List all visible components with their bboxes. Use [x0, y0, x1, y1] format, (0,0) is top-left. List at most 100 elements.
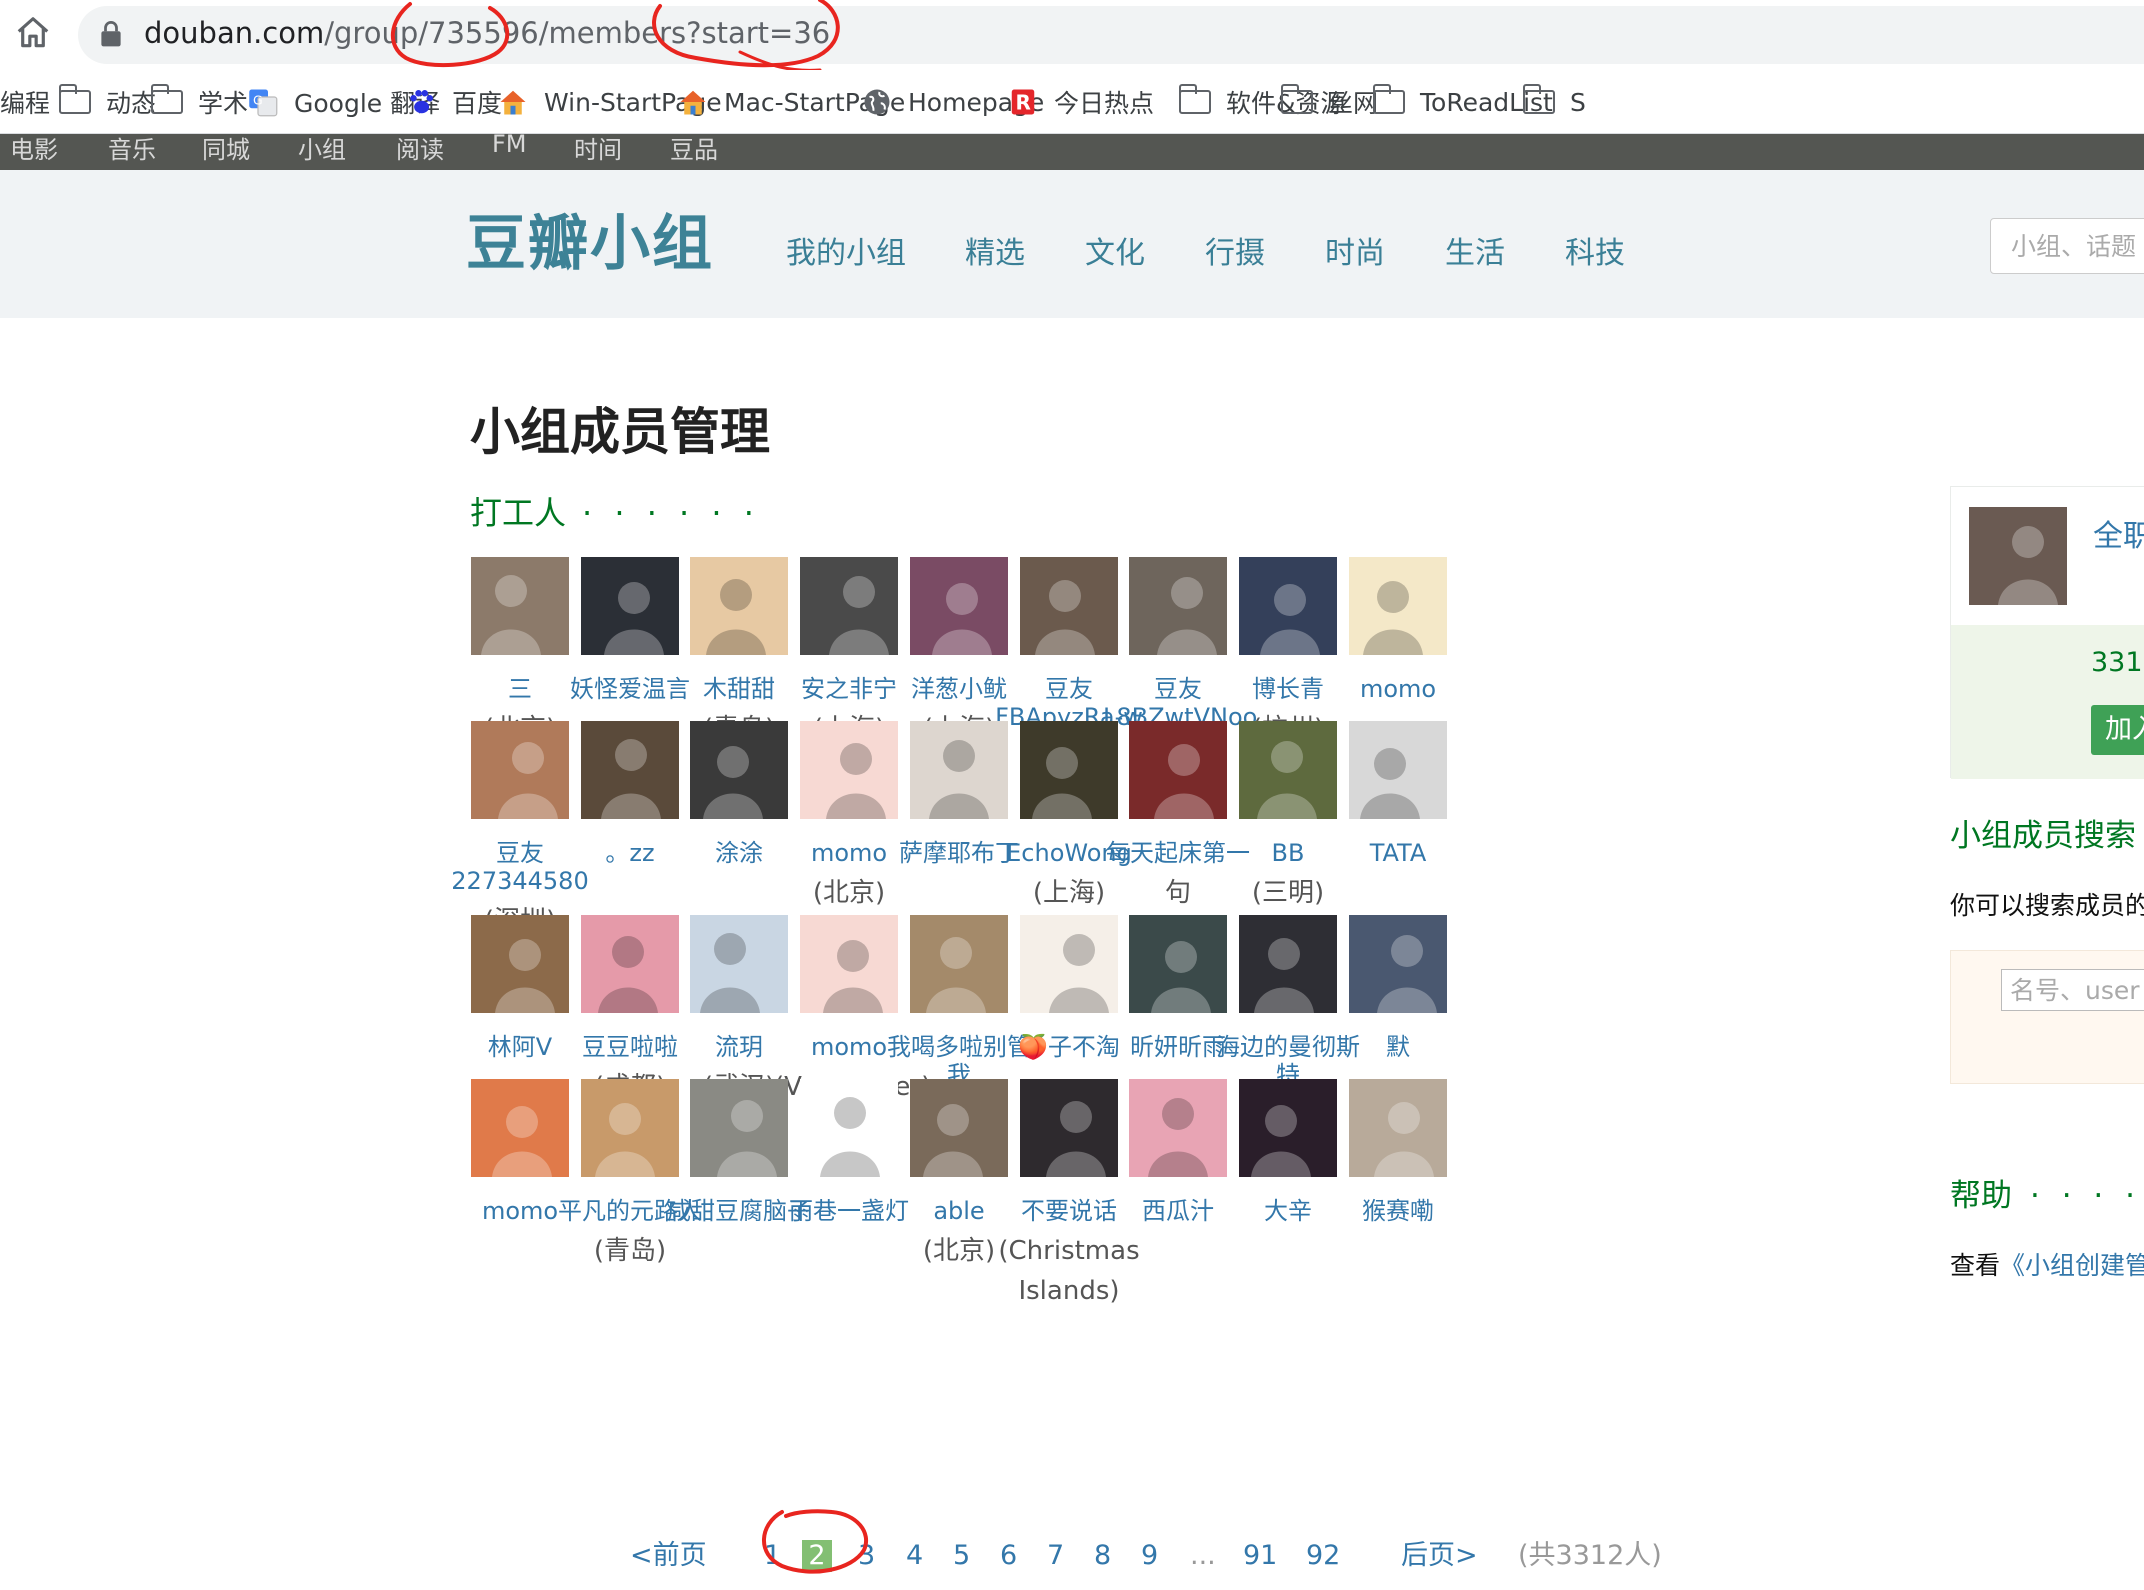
lock-icon: [101, 21, 121, 47]
member-name-link[interactable]: momo: [1323, 669, 1473, 709]
help-link[interactable]: 《小组创建管: [2000, 1251, 2144, 1280]
group-search-input[interactable]: [1991, 219, 2144, 273]
help-prefix: 查看: [1950, 1251, 2001, 1280]
group-header: 豆瓣小组 我的小组 精选 文化 行摄 时尚 生活 科技: [0, 170, 2144, 318]
url-text[interactable]: douban.com/group/735596/members?start=36: [144, 14, 830, 52]
section-heading-dots: · · · · · ·: [582, 494, 760, 532]
baidu-paw-icon: [404, 87, 438, 117]
member-name-link[interactable]: 默: [1323, 1027, 1473, 1067]
page-link[interactable]: 7: [1047, 1534, 1064, 1578]
page-link[interactable]: 1: [764, 1534, 781, 1578]
bookmarks-bar: 编程 动态 学术 G Google 翻译 百度 Win-StartPage Mac-Start…: [0, 70, 2144, 134]
member-total: (共3312人): [1518, 1540, 1662, 1571]
red-r-icon: R: [1006, 87, 1040, 117]
help-text: 查看《小组创建管: [1950, 1246, 2144, 1282]
prev-page-link[interactable]: <前页: [630, 1534, 707, 1578]
help-title-dots: · · · · · ·: [2030, 1178, 2144, 1214]
member-item: 默: [1323, 910, 1473, 1067]
group-nav-item[interactable]: 我的小组: [786, 228, 906, 272]
group-nav-item[interactable]: 生活: [1445, 228, 1505, 272]
bookmark-item[interactable]: 学术: [150, 82, 248, 122]
member-city: (青岛): [593, 1236, 667, 1266]
help-title: 帮助 · · · · · ·: [1950, 1170, 2144, 1215]
folder-icon: [1178, 84, 1212, 117]
member-name-link[interactable]: 猴赛嘞: [1323, 1191, 1473, 1231]
group-nav-item[interactable]: 精选: [965, 228, 1025, 272]
google-translate-icon: G: [246, 87, 280, 117]
group-info-top: 全职: [1951, 487, 2144, 625]
group-nav-item[interactable]: 文化: [1085, 228, 1145, 272]
member-city: (北京): [812, 878, 886, 908]
bookmark-label: 百度: [452, 89, 503, 118]
globe-icon: [860, 87, 894, 117]
section-heading-label: 打工人: [470, 494, 567, 532]
group-nav-item[interactable]: 科技: [1565, 228, 1625, 272]
bookmark-label: 动态: [106, 89, 157, 118]
member-name-link[interactable]: TATA: [1323, 833, 1473, 873]
folder-icon: [150, 84, 184, 117]
page-link[interactable]: 5: [953, 1534, 970, 1578]
douban-group-logo[interactable]: 豆瓣小组: [466, 208, 714, 280]
group-avatar[interactable]: [1969, 507, 2067, 605]
folder-icon: [58, 84, 92, 117]
global-nav-item[interactable]: 时间: [574, 134, 622, 165]
bookmark-label: 丝网: [1328, 89, 1379, 118]
global-nav-item[interactable]: 音乐: [108, 134, 156, 165]
bookmark-item[interactable]: 丝网: [1280, 82, 1378, 122]
home-icon[interactable]: [14, 14, 52, 52]
current-page: 2: [802, 1540, 832, 1572]
folder-icon: [1280, 84, 1314, 117]
global-nav-item[interactable]: 同城: [202, 134, 250, 165]
svg-text:G: G: [253, 93, 263, 108]
douban-global-nav: 电影 音乐 同城 小组 阅读 FM 时间 豆品: [0, 134, 2144, 170]
section-heading: 打工人 · · · · · ·: [470, 488, 760, 534]
global-nav-item[interactable]: FM: [492, 134, 527, 158]
page-link[interactable]: 4: [906, 1534, 923, 1578]
member-search-box: [1950, 950, 2144, 1084]
page-link[interactable]: 6: [1000, 1534, 1017, 1578]
global-nav-item[interactable]: 豆品: [670, 134, 718, 165]
bookmark-item[interactable]: 百度: [404, 82, 502, 122]
group-info-card: 全职 3312 加入: [1950, 486, 2144, 779]
group-info-bottom: 3312 加入: [1951, 625, 2144, 779]
member-count: 3312: [2091, 647, 2144, 678]
bookmark-item[interactable]: 编程: [0, 82, 50, 122]
page-link[interactable]: 8: [1094, 1534, 1111, 1578]
group-name-link[interactable]: 全职: [2093, 511, 2144, 555]
folder-icon: [1522, 84, 1556, 117]
global-nav-item[interactable]: 小组: [298, 134, 346, 165]
bookmark-label: 今日热点: [1054, 89, 1155, 118]
member-avatar[interactable]: [1349, 557, 1447, 655]
page-link[interactable]: 9: [1141, 1534, 1158, 1578]
house-icon: [496, 87, 530, 117]
member-city: Islands): [1018, 1276, 1120, 1306]
bookmark-label: 学术: [198, 89, 249, 118]
bookmark-item[interactable]: S: [1522, 82, 1586, 122]
member-item: TATA: [1323, 716, 1473, 873]
member-item: 猴赛嘞: [1323, 1074, 1473, 1231]
join-group-button[interactable]: 加入: [2091, 705, 2144, 755]
bookmark-item[interactable]: 动态: [58, 82, 156, 122]
page-link[interactable]: 3: [858, 1534, 875, 1578]
member-search-title: 小组成员搜索: [1950, 818, 2136, 854]
group-nav-item[interactable]: 时尚: [1325, 228, 1385, 272]
browser-address-row: douban.com/group/735596/members?start=36: [0, 0, 2144, 72]
svg-text:R: R: [1016, 91, 1031, 115]
global-nav-item[interactable]: 电影: [10, 134, 58, 165]
group-search-box[interactable]: [1990, 218, 2144, 274]
next-page-link[interactable]: 后页>: [1401, 1534, 1478, 1578]
house-icon: [676, 87, 710, 117]
page-ellipsis: ...: [1190, 1540, 1216, 1571]
bookmark-item[interactable]: R 今日热点: [1006, 82, 1154, 122]
member-avatar[interactable]: [1349, 915, 1447, 1013]
folder-icon: [1372, 84, 1406, 117]
member-city: (三明): [1251, 878, 1325, 908]
member-avatar[interactable]: [1349, 721, 1447, 819]
page-link[interactable]: 91: [1243, 1534, 1277, 1578]
member-avatar[interactable]: [1349, 1079, 1447, 1177]
global-nav-item[interactable]: 阅读: [396, 134, 444, 165]
member-search-input[interactable]: [2001, 969, 2144, 1011]
page-link[interactable]: 92: [1306, 1534, 1340, 1578]
help-title-label: 帮助: [1950, 1178, 2012, 1214]
group-nav-item[interactable]: 行摄: [1205, 228, 1265, 272]
